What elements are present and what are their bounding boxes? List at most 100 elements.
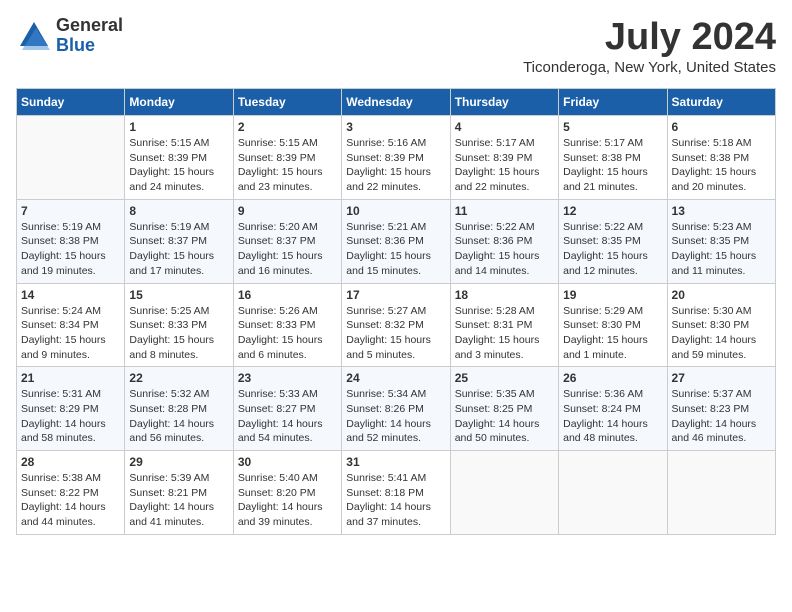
day-info: Sunrise: 5:31 AMSunset: 8:29 PMDaylight:…: [21, 387, 120, 446]
calendar-cell: 1 Sunrise: 5:15 AMSunset: 8:39 PMDaylight…: [125, 116, 233, 200]
calendar-cell: 16 Sunrise: 5:26 AMSunset: 8:33 PMDayligh…: [233, 283, 341, 367]
calendar-cell: 5Sunrise: 5:17 AMSunset: 8:38 PMDaylight…: [559, 116, 667, 200]
day-number: 26: [563, 371, 662, 385]
day-info: Sunrise: 5:20 AMSunset: 8:37 PMDaylight:…: [238, 220, 337, 279]
calendar-cell: 28 Sunrise: 5:38 AMSunset: 8:22 PMDayligh…: [17, 451, 125, 535]
day-number: 25: [455, 371, 554, 385]
calendar-header-row: SundayMondayTuesdayWednesdayThursdayFrid…: [17, 89, 776, 116]
day-info: Sunrise: 5:15 AMSunset: 8:39 PMDaylight:…: [238, 136, 337, 195]
day-number: 23: [238, 371, 337, 385]
day-number: 22: [129, 371, 228, 385]
day-info: Sunrise: 5:39 AMSunset: 8:21 PMDaylight:…: [129, 471, 228, 530]
logo-text: General Blue: [56, 16, 123, 56]
calendar-cell: 4Sunrise: 5:17 AMSunset: 8:39 PMDaylight…: [450, 116, 558, 200]
header-tuesday: Tuesday: [233, 89, 341, 116]
calendar-cell: 13 Sunrise: 5:23 AMSunset: 8:35 PMDayligh…: [667, 199, 775, 283]
logo: General Blue: [16, 16, 123, 56]
day-number: 30: [238, 455, 337, 469]
day-info: Sunrise: 5:38 AMSunset: 8:22 PMDaylight:…: [21, 471, 120, 530]
header-friday: Friday: [559, 89, 667, 116]
header-wednesday: Wednesday: [342, 89, 450, 116]
calendar-cell: 24 Sunrise: 5:34 AMSunset: 8:26 PMDayligh…: [342, 367, 450, 451]
day-info: Sunrise: 5:32 AMSunset: 8:28 PMDaylight:…: [129, 387, 228, 446]
day-number: 18: [455, 288, 554, 302]
day-number: 2: [238, 120, 337, 134]
day-info: Sunrise: 5:41 AMSunset: 8:18 PMDaylight:…: [346, 471, 445, 530]
calendar-cell: 29 Sunrise: 5:39 AMSunset: 8:21 PMDayligh…: [125, 451, 233, 535]
day-number: 8: [129, 204, 228, 218]
calendar-cell: [559, 451, 667, 535]
day-number: 7: [21, 204, 120, 218]
day-info: Sunrise: 5:25 AMSunset: 8:33 PMDaylight:…: [129, 304, 228, 363]
day-number: 19: [563, 288, 662, 302]
day-number: 16: [238, 288, 337, 302]
day-info: Sunrise: 5:17 AMSunset: 8:39 PMDaylight:…: [455, 136, 554, 195]
day-number: 14: [21, 288, 120, 302]
day-number: 24: [346, 371, 445, 385]
calendar-cell: 7Sunrise: 5:19 AMSunset: 8:38 PMDaylight…: [17, 199, 125, 283]
title-section: July 2024 Ticonderoga, New York, United …: [523, 16, 776, 76]
day-info: Sunrise: 5:40 AMSunset: 8:20 PMDaylight:…: [238, 471, 337, 530]
day-info: Sunrise: 5:30 AMSunset: 8:30 PMDaylight:…: [672, 304, 771, 363]
logo-general: General: [56, 16, 123, 36]
calendar-cell: 22 Sunrise: 5:32 AMSunset: 8:28 PMDayligh…: [125, 367, 233, 451]
day-number: 6: [672, 120, 771, 134]
day-number: 29: [129, 455, 228, 469]
calendar-cell: 8 Sunrise: 5:19 AMSunset: 8:37 PMDaylight…: [125, 199, 233, 283]
header-monday: Monday: [125, 89, 233, 116]
calendar-cell: 26 Sunrise: 5:36 AMSunset: 8:24 PMDayligh…: [559, 367, 667, 451]
calendar-cell: 14Sunrise: 5:24 AMSunset: 8:34 PMDayligh…: [17, 283, 125, 367]
calendar-cell: 30 Sunrise: 5:40 AMSunset: 8:20 PMDayligh…: [233, 451, 341, 535]
calendar-cell: 6 Sunrise: 5:18 AMSunset: 8:38 PMDaylight…: [667, 116, 775, 200]
day-info: Sunrise: 5:28 AMSunset: 8:31 PMDaylight:…: [455, 304, 554, 363]
day-number: 31: [346, 455, 445, 469]
calendar-cell: 17Sunrise: 5:27 AMSunset: 8:32 PMDayligh…: [342, 283, 450, 367]
day-info: Sunrise: 5:34 AMSunset: 8:26 PMDaylight:…: [346, 387, 445, 446]
day-number: 27: [672, 371, 771, 385]
day-number: 21: [21, 371, 120, 385]
calendar-cell: 12Sunrise: 5:22 AMSunset: 8:35 PMDayligh…: [559, 199, 667, 283]
calendar-cell: 25Sunrise: 5:35 AMSunset: 8:25 PMDayligh…: [450, 367, 558, 451]
day-number: 10: [346, 204, 445, 218]
calendar-cell: 23 Sunrise: 5:33 AMSunset: 8:27 PMDayligh…: [233, 367, 341, 451]
calendar-cell: 20 Sunrise: 5:30 AMSunset: 8:30 PMDayligh…: [667, 283, 775, 367]
day-info: Sunrise: 5:36 AMSunset: 8:24 PMDaylight:…: [563, 387, 662, 446]
calendar-cell: 31 Sunrise: 5:41 AMSunset: 8:18 PMDayligh…: [342, 451, 450, 535]
day-info: Sunrise: 5:16 AMSunset: 8:39 PMDaylight:…: [346, 136, 445, 195]
calendar-cell: 18 Sunrise: 5:28 AMSunset: 8:31 PMDayligh…: [450, 283, 558, 367]
header-sunday: Sunday: [17, 89, 125, 116]
day-number: 28: [21, 455, 120, 469]
calendar-cell: [450, 451, 558, 535]
month-year-title: July 2024: [523, 16, 776, 59]
calendar-week-row: 21 Sunrise: 5:31 AMSunset: 8:29 PMDayligh…: [17, 367, 776, 451]
calendar-cell: 10 Sunrise: 5:21 AMSunset: 8:36 PMDayligh…: [342, 199, 450, 283]
day-number: 11: [455, 204, 554, 218]
calendar-cell: [17, 116, 125, 200]
day-number: 13: [672, 204, 771, 218]
day-info: Sunrise: 5:23 AMSunset: 8:35 PMDaylight:…: [672, 220, 771, 279]
header-saturday: Saturday: [667, 89, 775, 116]
day-number: 3: [346, 120, 445, 134]
day-number: 1: [129, 120, 228, 134]
day-number: 20: [672, 288, 771, 302]
logo-icon: [16, 18, 52, 54]
calendar-cell: 19Sunrise: 5:29 AMSunset: 8:30 PMDayligh…: [559, 283, 667, 367]
calendar-cell: 27 Sunrise: 5:37 AMSunset: 8:23 PMDayligh…: [667, 367, 775, 451]
calendar-cell: 9 Sunrise: 5:20 AMSunset: 8:37 PMDaylight…: [233, 199, 341, 283]
day-info: Sunrise: 5:33 AMSunset: 8:27 PMDaylight:…: [238, 387, 337, 446]
day-info: Sunrise: 5:19 AMSunset: 8:37 PMDaylight:…: [129, 220, 228, 279]
calendar-cell: 15Sunrise: 5:25 AMSunset: 8:33 PMDayligh…: [125, 283, 233, 367]
day-number: 9: [238, 204, 337, 218]
calendar-cell: 3 Sunrise: 5:16 AMSunset: 8:39 PMDaylight…: [342, 116, 450, 200]
day-info: Sunrise: 5:15 AMSunset: 8:39 PMDaylight:…: [129, 136, 228, 195]
day-info: Sunrise: 5:37 AMSunset: 8:23 PMDaylight:…: [672, 387, 771, 446]
calendar-week-row: 7Sunrise: 5:19 AMSunset: 8:38 PMDaylight…: [17, 199, 776, 283]
logo-blue: Blue: [56, 36, 123, 56]
day-info: Sunrise: 5:18 AMSunset: 8:38 PMDaylight:…: [672, 136, 771, 195]
location-title: Ticonderoga, New York, United States: [523, 59, 776, 76]
day-info: Sunrise: 5:17 AMSunset: 8:38 PMDaylight:…: [563, 136, 662, 195]
day-info: Sunrise: 5:26 AMSunset: 8:33 PMDaylight:…: [238, 304, 337, 363]
calendar-cell: 21 Sunrise: 5:31 AMSunset: 8:29 PMDayligh…: [17, 367, 125, 451]
day-info: Sunrise: 5:21 AMSunset: 8:36 PMDaylight:…: [346, 220, 445, 279]
page-header: General Blue July 2024 Ticonderoga, New …: [16, 16, 776, 76]
